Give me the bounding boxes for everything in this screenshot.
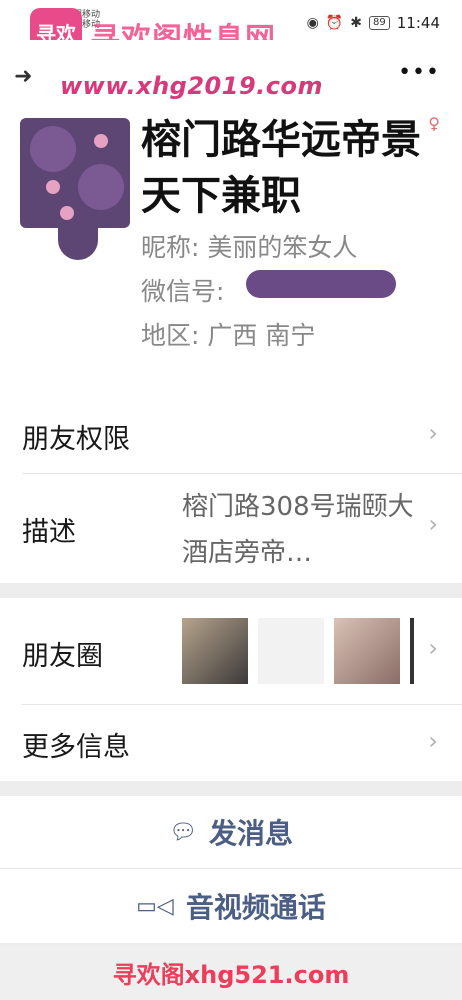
moments-label: 朋友圈 bbox=[22, 641, 103, 672]
bottom-watermark: 寻欢阁xhg521.com bbox=[0, 945, 462, 1000]
settings-section: 朋友权限 › 描述 榕门路308号瑞颐大酒店旁帝… › bbox=[0, 395, 462, 583]
region: 地区: 广西 南宁 bbox=[141, 321, 316, 350]
clock: 11:44 bbox=[396, 14, 440, 32]
description-value: 榕门路308号瑞颐大酒店旁帝… bbox=[182, 492, 414, 568]
avatar[interactable] bbox=[20, 118, 130, 228]
send-message-button[interactable]: 💬︎ 发消息 bbox=[0, 796, 462, 868]
alarm-icon: ⏰ bbox=[325, 15, 344, 31]
watermark-url: www.xhg2019.com bbox=[60, 72, 323, 100]
avatar-pattern bbox=[30, 126, 76, 172]
chevron-right-icon: › bbox=[428, 727, 438, 755]
permissions-label: 朋友权限 bbox=[22, 424, 130, 455]
video-camera-icon: ▭◁ bbox=[136, 893, 174, 919]
video-call-label: 音视频通话 bbox=[185, 891, 326, 924]
chevron-right-icon: › bbox=[428, 510, 438, 538]
nickname: 昵称: 美丽的笨女人 bbox=[141, 233, 358, 262]
wechat-id-redaction bbox=[246, 270, 396, 298]
moment-thumbnail[interactable] bbox=[410, 618, 414, 684]
more-icon[interactable]: ••• bbox=[398, 60, 440, 85]
description-row[interactable]: 描述 榕门路308号瑞颐大酒店旁帝… › bbox=[0, 474, 462, 583]
video-call-button[interactable]: ▭◁ 音视频通话 bbox=[0, 869, 462, 943]
avatar-redaction bbox=[58, 220, 98, 260]
wechat-id-label: 微信号: bbox=[141, 277, 225, 306]
battery-indicator: 89 bbox=[369, 16, 390, 30]
description-label: 描述 bbox=[22, 517, 76, 548]
more-info-label: 更多信息 bbox=[22, 732, 130, 763]
avatar-pattern bbox=[46, 180, 60, 194]
moment-thumbnail[interactable] bbox=[258, 618, 324, 684]
moments-row[interactable]: 朋友圈 › bbox=[0, 598, 462, 704]
avatar-pattern bbox=[94, 134, 108, 148]
back-icon[interactable]: ➜ bbox=[14, 64, 32, 89]
send-message-label: 发消息 bbox=[208, 817, 293, 850]
avatar-pattern bbox=[60, 206, 74, 220]
avatar-pattern bbox=[78, 164, 124, 210]
moment-thumbnail[interactable] bbox=[334, 618, 400, 684]
eye-icon: ◉ bbox=[306, 15, 319, 31]
chevron-right-icon: › bbox=[428, 419, 438, 447]
nav-bar: ➜ www.xhg2019.com ••• bbox=[0, 40, 462, 110]
permissions-row[interactable]: 朋友权限 › bbox=[0, 395, 462, 473]
moments-section: 朋友圈 › 更多信息 › bbox=[0, 598, 462, 781]
chat-bubble-icon: 💬︎ bbox=[169, 819, 197, 845]
more-info-row[interactable]: 更多信息 › bbox=[0, 705, 462, 781]
profile-card: ♀ 榕门路华远帝景天下兼职 昵称: 美丽的笨女人 微信号: 地区: 广西 南宁 bbox=[0, 110, 462, 395]
moment-thumbnail[interactable] bbox=[182, 618, 248, 684]
display-name: 榕门路华远帝景天下兼职 bbox=[141, 117, 421, 219]
chevron-right-icon: › bbox=[428, 634, 438, 662]
bluetooth-icon: ✱ bbox=[350, 15, 363, 31]
status-icons: ◉ ⏰ ✱ 89 11:44 bbox=[307, 14, 440, 32]
